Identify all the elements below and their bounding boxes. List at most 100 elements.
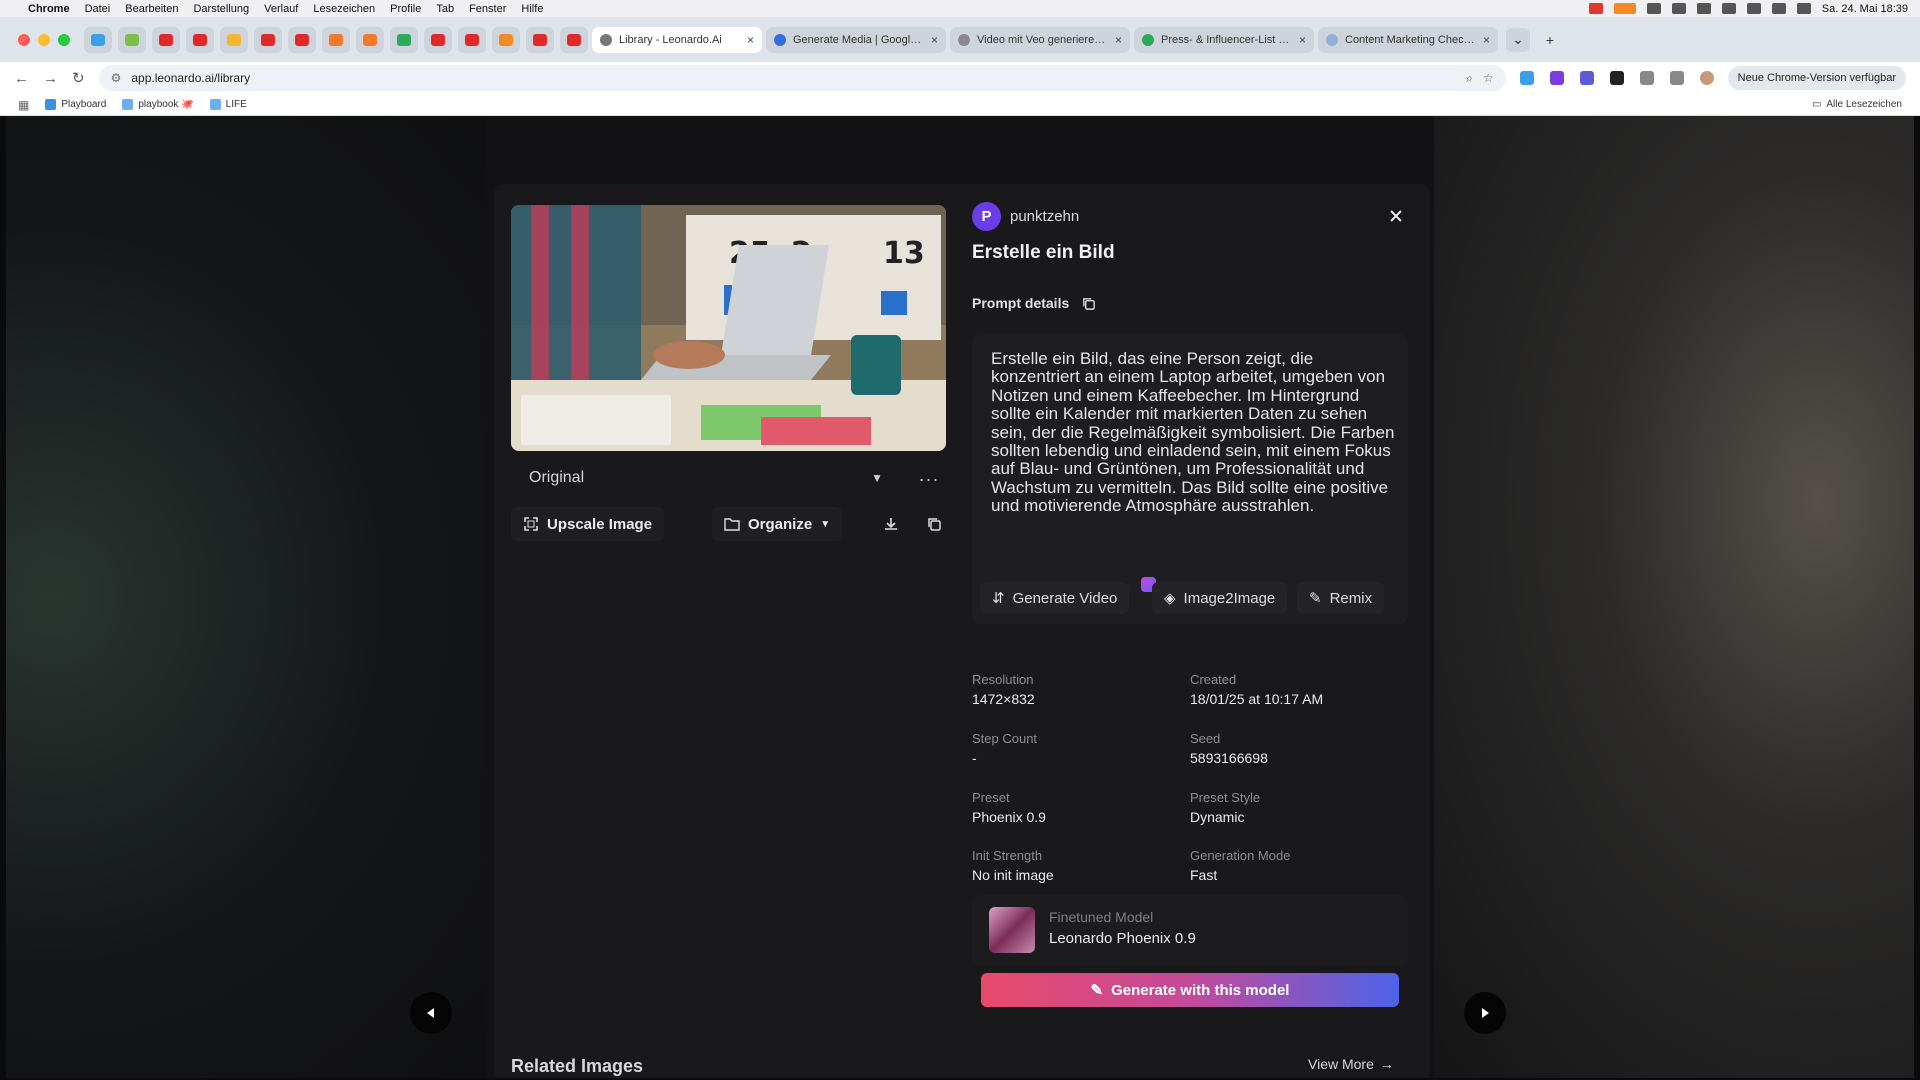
menu-lesezeichen[interactable]: Lesezeichen: [313, 3, 375, 15]
chevron-right-icon: [1482, 1008, 1489, 1018]
remix-button[interactable]: ✎ Remix: [1297, 582, 1385, 614]
meta-label: Resolution: [972, 672, 1034, 687]
pinned-tab[interactable]: [458, 26, 486, 53]
minimize-window-icon[interactable]: [38, 33, 50, 46]
more-options-icon[interactable]: ···: [914, 464, 944, 494]
menu-profile[interactable]: Profile: [390, 3, 421, 15]
view-more-link[interactable]: View More →: [1308, 1056, 1394, 1072]
chrome-update-button[interactable]: Neue Chrome-Version verfügbar: [1727, 66, 1906, 90]
pinned-tab[interactable]: [118, 26, 146, 53]
close-tab-icon[interactable]: ×: [1299, 33, 1306, 47]
download-icon[interactable]: [874, 507, 908, 541]
previous-image-button[interactable]: [410, 992, 452, 1034]
prompt-box: Erstelle ein Bild, das eine Person zeigt…: [972, 334, 1408, 624]
upscale-image-label: Upscale Image: [547, 515, 653, 533]
pinned-tab[interactable]: [84, 26, 112, 53]
close-icon[interactable]: [1384, 204, 1408, 228]
battery-icon[interactable]: [1721, 3, 1736, 14]
pinned-tab[interactable]: [322, 26, 350, 53]
sheets-favicon-icon: [1142, 33, 1154, 46]
bookmark-label: LIFE: [225, 99, 247, 110]
record-icon[interactable]: [1588, 3, 1603, 14]
generate-with-model-button[interactable]: ✎ Generate with this model: [981, 973, 1399, 1007]
generated-image[interactable]: 25 2 13: [511, 205, 946, 451]
pinned-tab[interactable]: [152, 26, 180, 53]
apps-grid-icon[interactable]: ▦: [18, 98, 29, 112]
extension-icon[interactable]: [1549, 71, 1564, 85]
pinned-tab[interactable]: [356, 26, 384, 53]
close-tab-icon[interactable]: ×: [931, 33, 938, 47]
menu-verlauf[interactable]: Verlauf: [264, 3, 298, 15]
youtube-icon: [193, 33, 207, 46]
owner[interactable]: P punktzehn: [972, 202, 1079, 231]
upscale-image-button[interactable]: Upscale Image: [511, 507, 665, 541]
bookmark-playbook[interactable]: playbook 🐙: [122, 99, 194, 110]
menubar-clock[interactable]: Sa. 24. Mai 18:39: [1822, 3, 1908, 15]
user-switch-icon[interactable]: [1796, 3, 1811, 14]
close-tab-icon[interactable]: ×: [1115, 33, 1122, 47]
bluetooth-icon[interactable]: [1696, 3, 1711, 14]
variant-select[interactable]: Original ▼: [511, 462, 901, 494]
back-arrow-icon[interactable]: ←: [14, 70, 29, 87]
play-icon[interactable]: [1671, 3, 1686, 14]
pinned-tab[interactable]: [186, 26, 214, 53]
image2image-button[interactable]: ◈ Image2Image: [1152, 582, 1288, 614]
pinned-tab[interactable]: [424, 26, 452, 53]
copy-image-icon[interactable]: [917, 507, 951, 541]
puzzle-icon[interactable]: [1639, 71, 1654, 85]
profile-avatar-icon[interactable]: [1699, 71, 1714, 85]
extension-icon[interactable]: [1609, 71, 1624, 85]
tab-leonardo-library[interactable]: Library - Leonardo.Ai ×: [592, 26, 762, 53]
extension-icon[interactable]: [1519, 71, 1534, 85]
tab-press-influencer-list[interactable]: Press- & Influencer-List - Go ×: [1134, 26, 1314, 53]
zoom-window-icon[interactable]: [58, 33, 70, 46]
new-tab-plus-icon[interactable]: +: [1538, 28, 1562, 52]
menu-app-name[interactable]: Chrome: [28, 3, 70, 15]
close-tab-icon[interactable]: ×: [1483, 33, 1490, 47]
reload-icon[interactable]: ↻: [72, 69, 85, 87]
forward-arrow-icon[interactable]: →: [43, 70, 58, 87]
tab-veo-video[interactable]: Video mit Veo generieren | G ×: [950, 26, 1130, 53]
menu-fenster[interactable]: Fenster: [469, 3, 506, 15]
tab-google-ai-studio[interactable]: Generate Media | Google AI S ×: [766, 26, 946, 53]
all-bookmarks[interactable]: ▭ Alle Lesezeichen: [1812, 99, 1902, 110]
generate-video-button[interactable]: ⇵ Generate Video: [980, 577, 1156, 614]
model-name: Leonardo Phoenix 0.9: [1049, 930, 1196, 947]
organize-button[interactable]: Organize ▼: [712, 507, 843, 541]
pinned-tab[interactable]: [254, 26, 282, 53]
tab-title: Content Marketing Checkliste: [1345, 33, 1476, 46]
pinned-tab[interactable]: [492, 26, 520, 53]
copy-prompt-icon[interactable]: [1081, 296, 1096, 311]
youtube-icon: [431, 33, 445, 46]
address-bar[interactable]: ⚙ app.leonardo.ai/library ⌕ ☆: [98, 65, 1506, 91]
pinned-tab[interactable]: [560, 26, 588, 53]
tab-search-chevron-icon[interactable]: ⌄: [1506, 27, 1530, 52]
generate-video-label: Generate Video: [1012, 589, 1118, 607]
bookmark-life[interactable]: LIFE: [209, 99, 247, 110]
reading-list-icon[interactable]: [1669, 71, 1684, 85]
microphone-icon[interactable]: [1613, 3, 1636, 14]
menu-bearbeiten[interactable]: Bearbeiten: [125, 3, 178, 15]
bookmark-playboard[interactable]: Playboard: [45, 99, 106, 110]
close-window-icon[interactable]: [18, 33, 30, 46]
pinned-tab[interactable]: [526, 26, 554, 53]
meta-label: Init Strength: [972, 848, 1043, 863]
pinned-tab[interactable]: [220, 26, 248, 53]
control-center-icon[interactable]: [1646, 3, 1661, 14]
bookmark-star-icon[interactable]: ☆: [1483, 71, 1494, 85]
menu-hilfe[interactable]: Hilfe: [521, 3, 543, 15]
site-info-icon[interactable]: ⚙: [111, 71, 122, 85]
zoom-icon[interactable]: ⌕: [1466, 71, 1473, 86]
extension-icon[interactable]: [1579, 71, 1594, 85]
pinned-tab[interactable]: [390, 26, 418, 53]
wifi-icon[interactable]: [1746, 3, 1761, 14]
model-card[interactable]: Finetuned Model Leonardo Phoenix 0.9: [972, 895, 1408, 965]
search-icon[interactable]: [1771, 3, 1786, 14]
pinned-tab[interactable]: [288, 26, 316, 53]
menu-darstellung[interactable]: Darstellung: [193, 3, 249, 15]
tab-content-marketing[interactable]: Content Marketing Checkliste ×: [1318, 26, 1498, 53]
next-image-button[interactable]: [1464, 992, 1506, 1034]
menu-tab[interactable]: Tab: [436, 3, 454, 15]
menu-datei[interactable]: Datei: [85, 3, 111, 15]
close-tab-icon[interactable]: ×: [747, 33, 754, 47]
